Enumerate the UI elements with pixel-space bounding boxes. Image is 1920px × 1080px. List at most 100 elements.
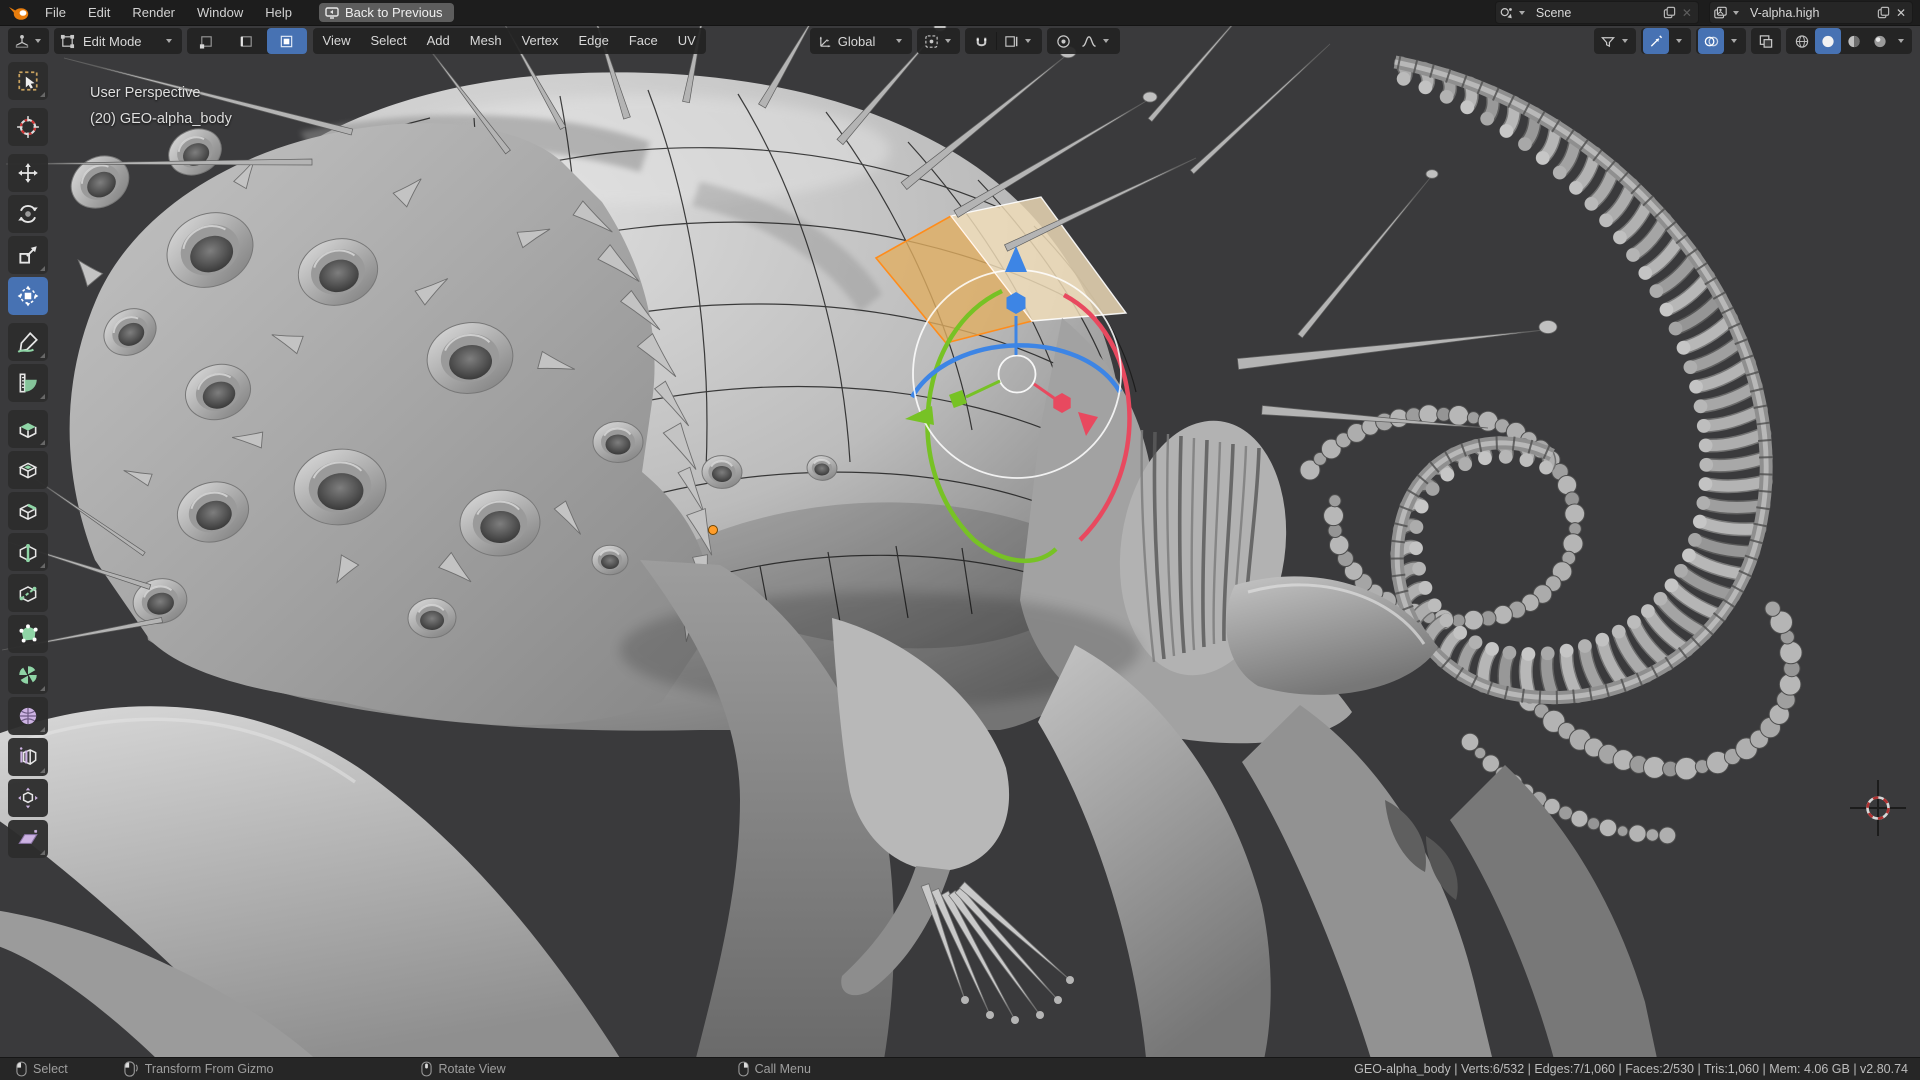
menu-add[interactable]: Add	[417, 28, 460, 54]
rendered-shading-icon	[1872, 34, 1888, 49]
viewport-header: Edit Mode View Select Add Mesh Vertex	[0, 25, 1920, 57]
menu-mesh[interactable]: Mesh	[460, 28, 512, 54]
tool-cursor[interactable]	[8, 108, 48, 146]
xray-toggle[interactable]	[1751, 28, 1781, 54]
back-screen-icon	[325, 7, 339, 19]
overlays-toggle-group	[1696, 28, 1746, 54]
close-icon[interactable]: ✕	[1893, 6, 1909, 20]
back-to-previous-button[interactable]: Back to Previous	[319, 3, 454, 22]
viewport-canvas[interactable]	[0, 0, 1920, 1080]
show-gizmo-dropdown[interactable]	[1594, 28, 1636, 54]
shading-rendered[interactable]	[1867, 28, 1893, 54]
status-bar: Select Transform From Gizmo Rotate View …	[0, 1057, 1920, 1080]
scene-selector[interactable]: Scene ✕	[1495, 1, 1699, 24]
edit-mode-icon	[60, 34, 75, 49]
measure-icon	[16, 371, 40, 395]
close-icon[interactable]: ✕	[1679, 6, 1695, 20]
gizmos-toggle[interactable]	[1643, 28, 1669, 54]
select-mode-face[interactable]	[267, 28, 307, 54]
snap-toggle[interactable]	[969, 28, 994, 54]
gizmo-visibility-icon	[1600, 34, 1616, 49]
snapping-group	[965, 28, 1042, 54]
mouse-left-icon	[16, 1061, 27, 1077]
copy-icon[interactable]	[1877, 6, 1890, 19]
chevron-down-icon	[1025, 39, 1031, 43]
mode-dropdown[interactable]: Edit Mode	[54, 28, 182, 54]
select-mode-vertex[interactable]	[187, 28, 227, 54]
menu-vertex[interactable]: Vertex	[512, 28, 569, 54]
menu-edit[interactable]: Edit	[77, 0, 121, 25]
orientation-dropdown[interactable]: Global	[810, 28, 913, 54]
object-origin-dot	[709, 526, 718, 535]
editor-3d-viewport-icon	[14, 34, 30, 49]
pivot-point-dropdown[interactable]	[917, 28, 960, 54]
overlays-toggle[interactable]	[1698, 28, 1724, 54]
menu-uv[interactable]: UV	[668, 28, 706, 54]
tool-rotate[interactable]	[8, 195, 48, 233]
tool-edge-slide[interactable]	[8, 738, 48, 776]
view-layer-selector[interactable]: V-alpha.high ✕	[1709, 1, 1913, 24]
tool-transform[interactable]	[8, 277, 48, 315]
menu-select[interactable]: Select	[361, 28, 417, 54]
hint-rotate-view: Rotate View	[421, 1061, 505, 1077]
hint-transform-gizmo: Transform From Gizmo	[124, 1061, 274, 1077]
tool-annotate[interactable]	[8, 323, 48, 361]
scene-icon	[1499, 6, 1514, 20]
tool-extrude-region[interactable]	[8, 410, 48, 448]
edge-select-icon	[239, 34, 254, 49]
tool-bevel[interactable]	[8, 492, 48, 530]
proportional-editing-toggle[interactable]	[1051, 28, 1076, 54]
chevron-down-icon	[945, 39, 951, 43]
overlays-dropdown[interactable]	[1724, 28, 1744, 54]
vertex-select-icon	[199, 34, 214, 49]
tool-shear[interactable]	[8, 820, 48, 858]
shading-material[interactable]	[1841, 28, 1867, 54]
mesh-select-mode-group	[187, 28, 307, 54]
tool-scale[interactable]	[8, 236, 48, 274]
gizmos-dropdown[interactable]	[1669, 28, 1689, 54]
menu-help[interactable]: Help	[254, 0, 303, 25]
top-menu-bar: File Edit Render Window Help Back to Pre…	[0, 0, 1920, 26]
snap-increment-icon	[1004, 34, 1019, 49]
shading-solid[interactable]	[1815, 28, 1841, 54]
chevron-down-icon	[1731, 39, 1737, 43]
menu-edge[interactable]: Edge	[568, 28, 618, 54]
tool-inset-faces[interactable]	[8, 451, 48, 489]
tool-shrink-fatten[interactable]	[8, 779, 48, 817]
knife-icon	[16, 581, 40, 605]
tool-loop-cut[interactable]	[8, 533, 48, 571]
editor-type-button[interactable]	[8, 28, 49, 54]
menu-window[interactable]: Window	[186, 0, 254, 25]
chevron-down-icon	[896, 39, 902, 43]
shading-mode-group	[1786, 28, 1912, 54]
viewport-info-overlay: User Perspective (20) GEO-alpha_body	[90, 80, 232, 132]
shear-icon	[16, 827, 40, 851]
magnet-icon	[974, 34, 989, 49]
menu-face[interactable]: Face	[619, 28, 668, 54]
tool-spin[interactable]	[8, 656, 48, 694]
tool-select-box[interactable]	[8, 62, 48, 100]
rotate-icon	[16, 202, 40, 226]
shading-wireframe[interactable]	[1789, 28, 1815, 54]
menu-view[interactable]: View	[313, 28, 361, 54]
chevron-down-icon	[166, 39, 172, 43]
mouse-middle-icon	[421, 1061, 432, 1077]
falloff-dropdown[interactable]	[1076, 28, 1116, 54]
tool-move[interactable]	[8, 154, 48, 192]
view-perspective-label: User Perspective	[90, 80, 232, 106]
xray-icon	[1758, 34, 1774, 49]
chevron-down-icon	[35, 39, 41, 43]
copy-icon[interactable]	[1663, 6, 1676, 19]
tool-poly-build[interactable]	[8, 615, 48, 653]
blender-window: File Edit Render Window Help Back to Pre…	[0, 0, 1920, 1080]
menu-file[interactable]: File	[34, 0, 77, 25]
tool-smooth[interactable]	[8, 697, 48, 735]
snap-target-dropdown[interactable]	[999, 28, 1038, 54]
chevron-down-icon	[1676, 39, 1682, 43]
select-mode-edge[interactable]	[227, 28, 267, 54]
menu-render[interactable]: Render	[121, 0, 186, 25]
tool-measure[interactable]	[8, 364, 48, 402]
tool-knife[interactable]	[8, 574, 48, 612]
chevron-down-icon	[1733, 11, 1739, 15]
chevron-down-icon	[1103, 39, 1109, 43]
